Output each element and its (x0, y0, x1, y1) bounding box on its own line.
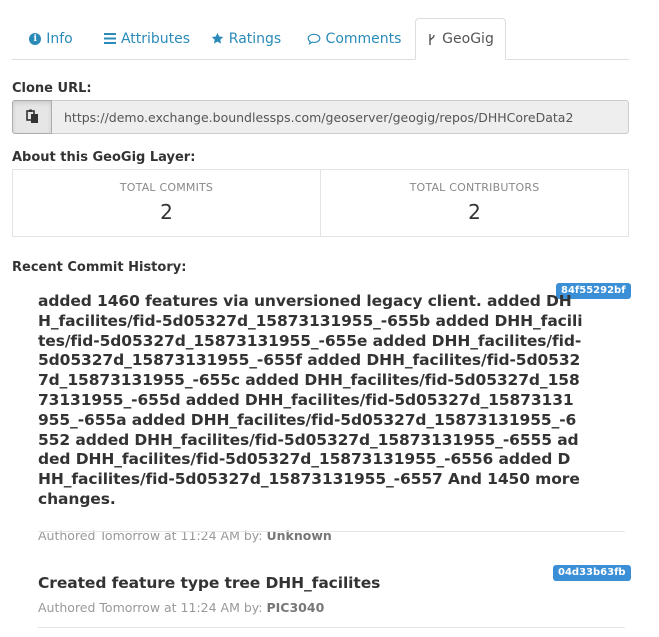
layer-tabs: i Info Attributes Ratings Comments GeoGi… (12, 18, 629, 60)
total-contributors-value: 2 (468, 199, 481, 224)
commit-authored-text: Authored Tomorrow at 11:24 AM by: (38, 599, 263, 615)
clone-url-label: Clone URL: (12, 81, 92, 96)
tab-attributes-label: Attributes (120, 30, 191, 47)
clone-url-group: https://demo.exchange.boundlessps.com/ge… (12, 100, 629, 134)
commit-meta: Authored Tomorrow at 11:24 AM by: PIC304… (38, 600, 625, 615)
branch-icon (427, 33, 437, 46)
tab-attributes[interactable]: Attributes (96, 18, 198, 59)
tab-ratings-label: Ratings (228, 30, 282, 47)
tab-info[interactable]: i Info (12, 18, 90, 59)
commit-message: added 1460 features via unversioned lega… (38, 292, 583, 508)
total-commits-value: 2 (160, 199, 173, 224)
total-contributors-label: TOTAL CONTRIBUTORS (409, 180, 540, 194)
tab-info-label: Info (46, 30, 73, 47)
tab-comments[interactable]: Comments (301, 18, 407, 59)
total-contributors-stat: TOTAL CONTRIBUTORS 2 (320, 170, 628, 236)
commit-message: Created feature type tree DHH_facilites (38, 574, 381, 592)
about-layer-label: About this GeoGig Layer: (12, 150, 196, 165)
commit-divider (38, 531, 625, 532)
clone-url-field[interactable]: https://demo.exchange.boundlessps.com/ge… (52, 100, 629, 134)
commit-item: Created feature type tree DHH_facilites … (38, 574, 625, 615)
recent-history-label: Recent Commit History: (12, 260, 187, 275)
commit-divider (38, 627, 625, 628)
total-commits-label: TOTAL COMMITS (119, 180, 214, 194)
tab-ratings[interactable]: Ratings (207, 18, 285, 59)
list-icon (103, 33, 116, 44)
copy-url-button[interactable] (12, 100, 52, 134)
tab-geogig-label: GeoGig (442, 31, 494, 47)
total-commits-stat: TOTAL COMMITS 2 (13, 170, 320, 236)
clipboard-icon (25, 108, 39, 127)
info-circle-icon: i (29, 32, 42, 45)
tab-comments-label: Comments (325, 30, 402, 47)
tab-geogig[interactable]: GeoGig (415, 18, 506, 60)
star-icon (211, 32, 224, 45)
commit-item: added 1460 features via unversioned lega… (38, 292, 625, 543)
commit-author: PIC3040 (266, 599, 325, 615)
comment-icon (307, 33, 321, 45)
layer-stats: TOTAL COMMITS 2 TOTAL CONTRIBUTORS 2 (12, 169, 629, 237)
